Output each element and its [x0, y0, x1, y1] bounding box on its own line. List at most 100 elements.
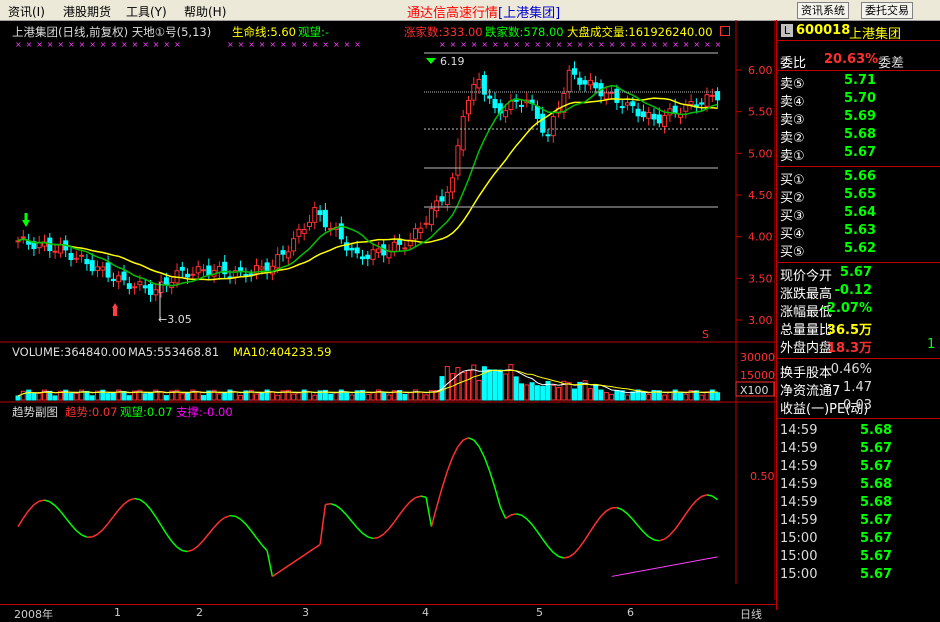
title-stock: [上港集团]	[498, 6, 560, 21]
candle-body	[308, 222, 312, 226]
signal-mark: ×	[545, 40, 552, 49]
trend-segment	[553, 552, 558, 556]
trend-segment	[405, 502, 410, 508]
buy-price[interactable]: 5.66	[844, 169, 876, 184]
volume-bar	[424, 395, 428, 400]
trend-segment	[389, 522, 394, 529]
signal-mark: ×	[248, 40, 255, 49]
volume-bar	[626, 395, 630, 400]
stat-value-2: 1	[927, 337, 935, 352]
trend-segment	[299, 555, 304, 559]
trend-segment	[246, 524, 251, 530]
signal-mark: ×	[693, 40, 700, 49]
candle-body	[583, 81, 587, 84]
chart-area[interactable]: 上港集团(日线,前复权) 天地①号(5,13) 生命线:5.60 观望:- 涨家…	[0, 20, 775, 600]
trend-segment	[522, 515, 527, 519]
buy-row: 买②5.65	[780, 187, 940, 205]
signal-mark: ×	[630, 40, 637, 49]
volume-bar	[366, 394, 370, 400]
signal-mark: ×	[333, 40, 340, 49]
candle-body	[535, 107, 539, 119]
candle-body	[626, 103, 630, 105]
trend-segment	[585, 531, 590, 539]
volume-bar	[196, 392, 200, 400]
candle-body	[414, 229, 418, 239]
trade-button[interactable]: 委托交易	[861, 2, 913, 19]
candle-body	[673, 106, 677, 113]
period-label[interactable]: 日线	[740, 606, 762, 622]
candle-body	[318, 211, 322, 215]
sell-price[interactable]: 5.69	[844, 109, 876, 124]
trend-segment	[71, 525, 76, 531]
volume-bar	[53, 396, 57, 400]
candle-body	[96, 267, 100, 271]
volume-label: VOLUME:364840.00	[12, 345, 126, 359]
volume-bar	[122, 391, 126, 400]
volume-bar	[387, 395, 391, 400]
candle-body	[451, 178, 455, 192]
fund-value: 0.46%	[831, 362, 872, 377]
signal-mark: ×	[598, 40, 605, 49]
volume-bar	[498, 370, 502, 400]
trend-segment	[638, 526, 643, 532]
candle-body	[652, 114, 656, 119]
candle-body	[504, 111, 508, 117]
buy-price[interactable]: 5.63	[844, 223, 876, 238]
trend-segment	[479, 447, 484, 458]
trend-segment	[506, 515, 511, 518]
menu-hk-futures[interactable]: 港股期货	[63, 3, 111, 20]
volume-bar	[260, 393, 264, 400]
buy-price[interactable]: 5.65	[844, 187, 876, 202]
high-label: 6.19	[440, 55, 465, 68]
trend-segment	[649, 537, 654, 540]
signal-mark: ×	[450, 40, 457, 49]
tick-time: 14:59	[780, 423, 817, 438]
trend-segment	[124, 500, 129, 504]
volume-bar	[74, 393, 78, 400]
sell-price[interactable]: 5.70	[844, 91, 876, 106]
volume-bar	[329, 394, 333, 400]
buy-label: 买⑤	[780, 245, 805, 260]
volume-bar	[684, 394, 688, 400]
candle-body	[154, 290, 158, 295]
trend-segment	[193, 546, 198, 550]
signal-mark: ×	[238, 40, 245, 49]
fund-label: 收益(一)	[780, 402, 829, 417]
stat-row: 涨跌-0.12最高	[780, 283, 940, 301]
trend-segment	[108, 517, 113, 524]
signal-mark: ×	[534, 40, 541, 49]
trend-segment	[257, 538, 262, 545]
fund-label-2: 股本	[806, 366, 832, 381]
trend-segment	[384, 529, 389, 534]
candle-body	[106, 263, 110, 277]
trend-segment	[119, 504, 124, 510]
signal-mark: ×	[174, 40, 181, 49]
menu-info[interactable]: 资讯(I)	[8, 3, 45, 20]
info-system-button[interactable]: 资讯系统	[797, 2, 849, 19]
trend-segment	[76, 531, 81, 535]
ma10-label: MA10:404233.59	[233, 345, 332, 359]
sell-price[interactable]: 5.68	[844, 127, 876, 142]
stat-label: 总量	[780, 323, 806, 338]
trend-segment	[569, 553, 574, 557]
trend-segment	[622, 510, 627, 514]
candle-body	[588, 80, 592, 85]
buy-price[interactable]: 5.62	[844, 241, 876, 256]
volume-bar	[37, 393, 41, 400]
buy-price[interactable]: 5.64	[844, 205, 876, 220]
candle-body	[710, 95, 714, 96]
menu-tools[interactable]: 工具(Y)	[126, 3, 167, 20]
sell-label: 卖④	[780, 95, 805, 110]
trend-segment	[352, 521, 357, 527]
sell-price[interactable]: 5.71	[844, 73, 876, 88]
menu-help[interactable]: 帮助(H)	[184, 3, 226, 20]
volume-bar	[482, 367, 486, 400]
volume-bar	[308, 392, 312, 400]
trend-segment	[219, 518, 224, 522]
buy-label: 买④	[780, 227, 805, 242]
sell-price[interactable]: 5.67	[844, 145, 876, 160]
volume-bar	[573, 389, 577, 400]
trend-segment	[294, 559, 299, 563]
trend-segment	[55, 506, 60, 512]
candle-body	[260, 267, 264, 269]
